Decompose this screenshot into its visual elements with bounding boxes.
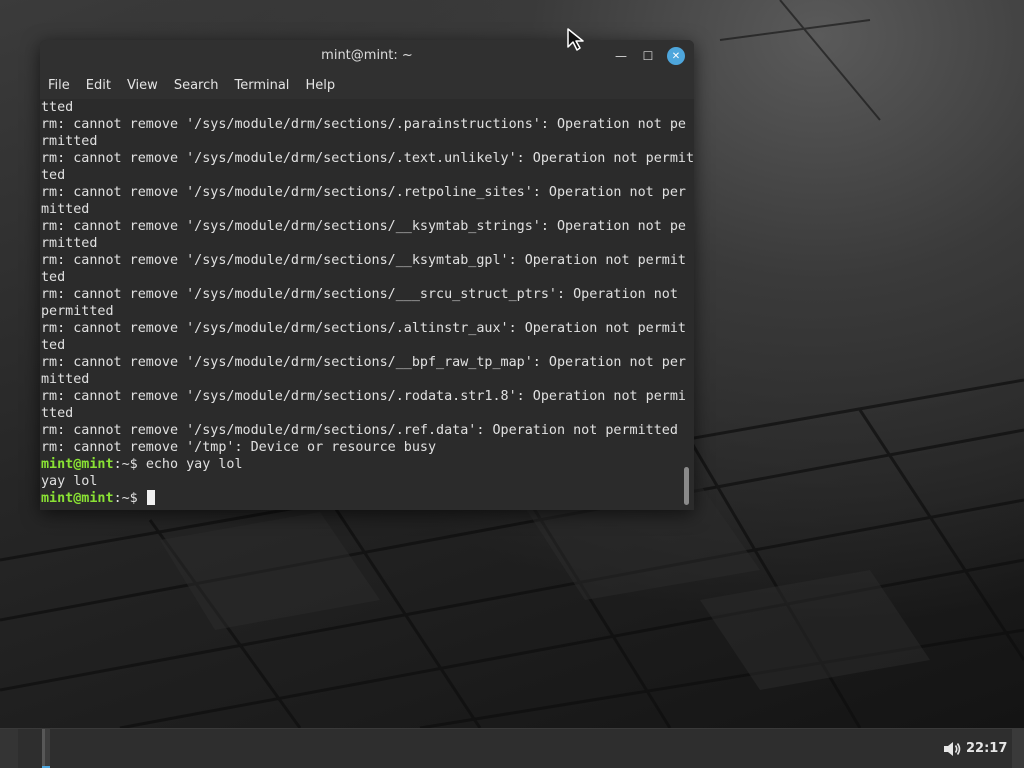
menu-launcher-button[interactable] <box>0 729 18 768</box>
output-line: tted <box>41 100 74 115</box>
close-button[interactable]: ✕ <box>667 47 685 65</box>
output-line: rm: cannot remove '/sys/module/drm/secti… <box>41 389 686 404</box>
command-output: yay lol <box>41 474 98 489</box>
title-bar[interactable]: mint@mint: ~ — ☐ ✕ <box>40 40 694 72</box>
menu-file[interactable]: File <box>40 72 78 99</box>
output-line: rmitted <box>41 134 98 149</box>
prompt-path: :~$ <box>113 457 146 472</box>
scrollbar-thumb[interactable] <box>684 467 689 505</box>
menu-view[interactable]: View <box>119 72 166 99</box>
clock[interactable]: 22:17 <box>966 729 1007 768</box>
terminal-output-area[interactable]: tted rm: cannot remove '/sys/module/drm/… <box>40 99 694 510</box>
command-line: mint@mint:~$ echo yay lol <box>41 456 681 473</box>
mouse-pointer-icon <box>567 28 587 52</box>
output-line: rm: cannot remove '/tmp': Device or reso… <box>41 440 437 455</box>
prompt-path: :~$ <box>113 491 146 506</box>
terminal-window[interactable]: mint@mint: ~ — ☐ ✕ File Edit View Search… <box>40 40 694 510</box>
output-line: ted <box>41 270 66 285</box>
menu-terminal[interactable]: Terminal <box>226 72 297 99</box>
output-line: rm: cannot remove '/sys/module/drm/secti… <box>41 423 678 438</box>
menu-bar: File Edit View Search Terminal Help <box>40 72 694 99</box>
taskbar: 22:17 <box>0 728 1024 768</box>
volume-icon[interactable] <box>942 740 962 758</box>
output-line: rmitted <box>41 236 98 251</box>
minimize-button[interactable]: — <box>611 46 631 66</box>
output-line: rm: cannot remove '/sys/module/drm/secti… <box>41 219 686 234</box>
maximize-icon: ☐ <box>642 49 654 63</box>
window-title: mint@mint: ~ <box>321 48 413 63</box>
output-line: mitted <box>41 202 90 217</box>
output-line: ted <box>41 338 66 353</box>
terminal-output: tted rm: cannot remove '/sys/module/drm/… <box>41 99 694 507</box>
output-line: ted <box>41 168 66 183</box>
minimize-icon: — <box>615 49 627 63</box>
output-line: rm: cannot remove '/sys/module/drm/secti… <box>41 185 686 200</box>
output-line: rm: cannot remove '/sys/module/drm/secti… <box>41 321 686 336</box>
taskbar-terminal-button[interactable] <box>42 729 50 768</box>
text-cursor <box>146 490 155 505</box>
output-line: rm: cannot remove '/sys/module/drm/secti… <box>41 151 694 166</box>
menu-help[interactable]: Help <box>297 72 343 99</box>
prompt-user: mint@mint <box>41 457 114 472</box>
output-line: permitted <box>41 304 114 319</box>
close-icon: ✕ <box>671 50 681 62</box>
show-desktop-button[interactable] <box>1012 729 1024 768</box>
command-text: echo yay lol <box>145 457 243 472</box>
prompt-user: mint@mint <box>41 491 114 506</box>
output-line: tted <box>41 406 74 421</box>
output-line: mitted <box>41 372 90 387</box>
active-prompt-line[interactable]: mint@mint:~$ <box>41 490 681 507</box>
menu-edit[interactable]: Edit <box>78 72 119 99</box>
output-line: rm: cannot remove '/sys/module/drm/secti… <box>41 287 678 302</box>
menu-search[interactable]: Search <box>166 72 227 99</box>
maximize-button[interactable]: ☐ <box>638 46 658 66</box>
output-line: rm: cannot remove '/sys/module/drm/secti… <box>41 117 686 132</box>
output-line: rm: cannot remove '/sys/module/drm/secti… <box>41 355 686 370</box>
output-line: rm: cannot remove '/sys/module/drm/secti… <box>41 253 686 268</box>
